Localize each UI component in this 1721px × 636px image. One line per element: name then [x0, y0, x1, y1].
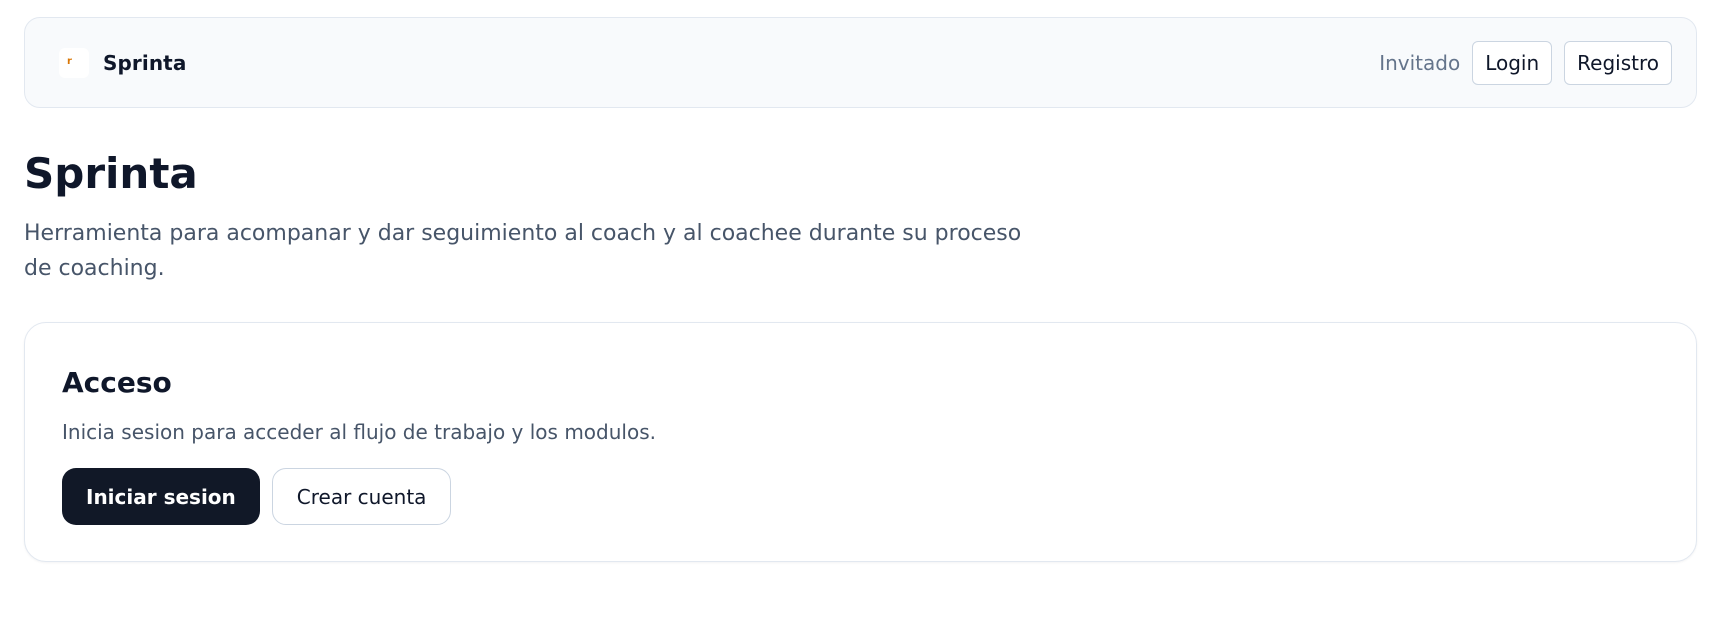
brand[interactable]: r Sprinta — [59, 47, 186, 78]
access-card: Acceso Inicia sesion para acceder al flu… — [24, 322, 1697, 562]
page-title: Sprinta — [24, 149, 198, 198]
page: r Sprinta Invitado Login Registro Sprint… — [0, 0, 1721, 636]
register-button[interactable]: Registro — [1564, 40, 1672, 85]
user-status: Invitado — [1379, 50, 1461, 75]
sign-in-button[interactable]: Iniciar sesion — [62, 468, 260, 525]
top-navigation-bar: r Sprinta Invitado Login Registro — [24, 17, 1697, 108]
brand-name[interactable]: Sprinta — [103, 51, 186, 75]
create-account-button[interactable]: Crear cuenta — [271, 468, 452, 525]
access-actions: Iniciar sesion Crear cuenta — [62, 468, 452, 525]
access-card-text: Inicia sesion para acceder al flujo de t… — [62, 420, 656, 444]
login-button[interactable]: Login — [1472, 40, 1553, 85]
sprinta-logo-icon: r — [59, 47, 89, 78]
page-description: Herramienta para acompanar y dar seguimi… — [24, 221, 1022, 281]
auth-nav: Invitado Login Registro — [1379, 40, 1672, 85]
logo-mark: r — [67, 55, 72, 67]
access-card-title: Acceso — [62, 366, 172, 399]
